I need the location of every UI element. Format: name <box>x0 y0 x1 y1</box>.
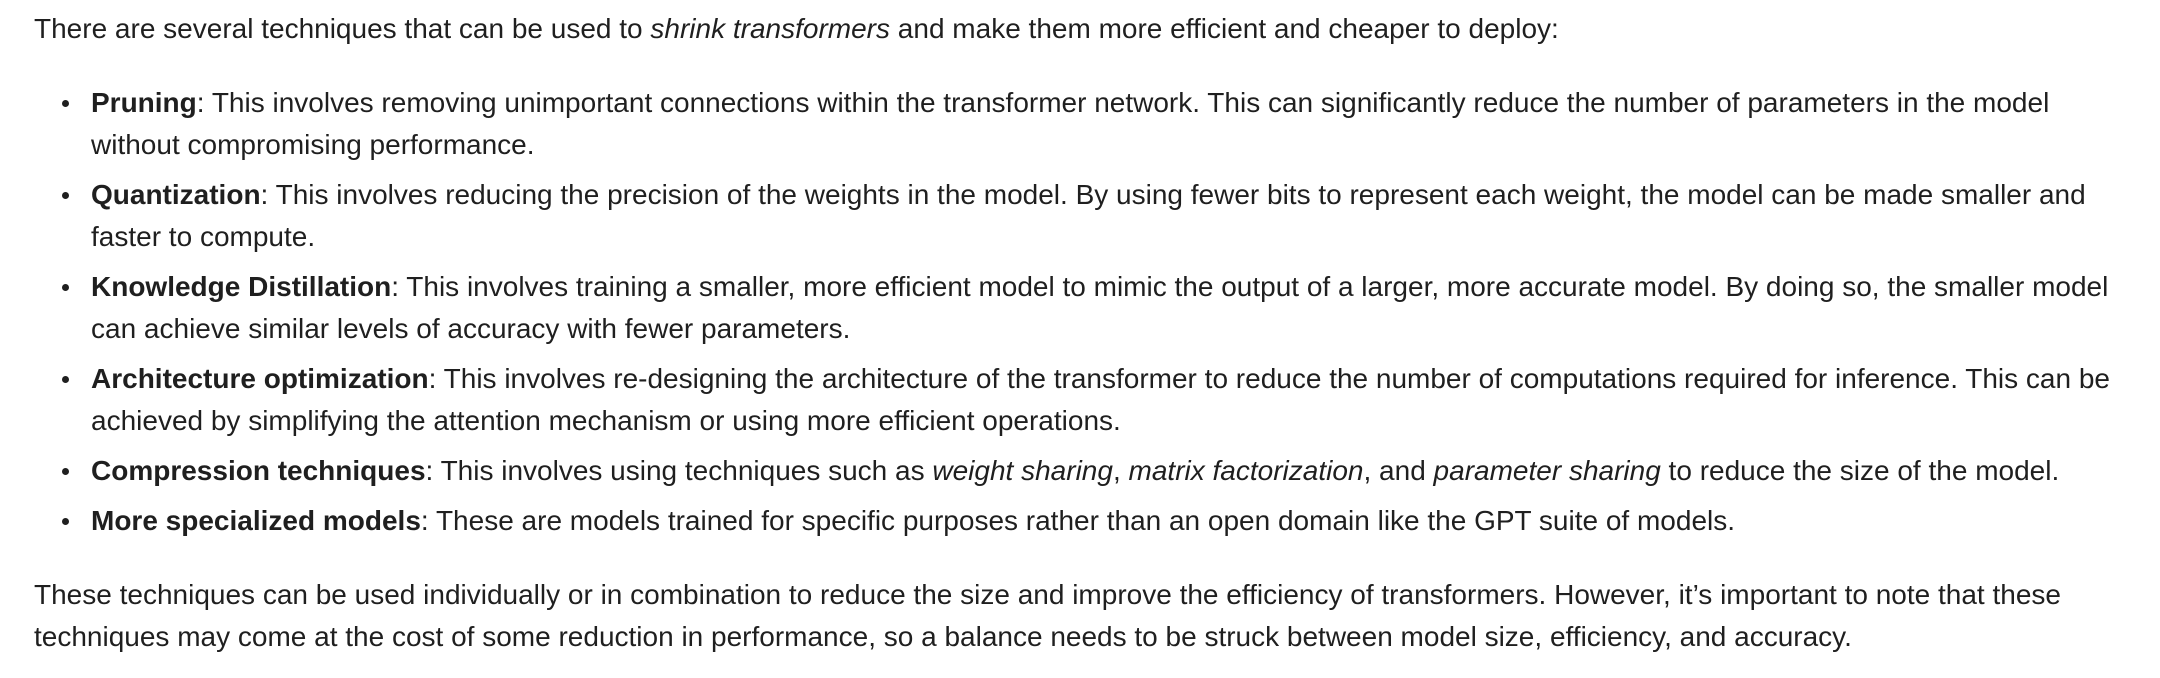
bullet-icon <box>62 518 69 525</box>
intro-paragraph: There are several techniques that can be… <box>34 8 2126 50</box>
bullet-icon <box>62 100 69 107</box>
description-knowledge-distillation: : This involves training a smaller, more… <box>91 271 2109 344</box>
description-pruning: : This involves removing unimportant con… <box>91 87 2050 160</box>
list-item-quantization: Quantization: This involves reducing the… <box>62 174 2126 258</box>
term-compression-techniques: Compression techniques <box>91 455 426 486</box>
document-content: There are several techniques that can be… <box>0 0 2160 658</box>
bullet-icon <box>62 284 69 291</box>
list-item-knowledge-distillation: Knowledge Distillation: This involves tr… <box>62 266 2126 350</box>
intro-text-after: and make them more efficient and cheaper… <box>890 13 1559 44</box>
list-item-more-specialized-models: More specialized models: These are model… <box>62 500 2126 542</box>
emphasis-parameter-sharing: parameter sharing <box>1433 455 1661 486</box>
intro-text-before: There are several techniques that can be… <box>34 13 651 44</box>
intro-emphasis: shrink transformers <box>650 13 891 44</box>
term-pruning: Pruning <box>91 87 197 118</box>
bullet-icon <box>62 192 69 199</box>
term-more-specialized-models: More specialized models <box>91 505 421 536</box>
conclusion-paragraph: These techniques can be used individuall… <box>34 579 2061 652</box>
bullet-icon <box>62 376 69 383</box>
term-knowledge-distillation: Knowledge Distillation <box>91 271 392 302</box>
term-quantization: Quantization <box>91 179 261 210</box>
description-compression-part-3: , and <box>1363 455 1434 486</box>
description-compression-part-1: : This involves using techniques such as <box>425 455 933 486</box>
list-item-compression-techniques: Compression techniques: This involves us… <box>62 450 2126 492</box>
emphasis-weight-sharing: weight sharing <box>932 455 1113 486</box>
list-item-architecture-optimization: Architecture optimization: This involves… <box>62 358 2126 442</box>
description-compression-part-4: to reduce the size of the model. <box>1660 455 2060 486</box>
bullet-icon <box>62 468 69 475</box>
description-more-specialized-models: : These are models trained for specific … <box>420 505 1736 536</box>
emphasis-matrix-factorization: matrix factorization <box>1128 455 1364 486</box>
techniques-list: Pruning: This involves removing unimport… <box>34 82 2126 542</box>
term-architecture-optimization: Architecture optimization <box>91 363 429 394</box>
description-compression-part-2: , <box>1112 455 1129 486</box>
description-quantization: : This involves reducing the precision o… <box>91 179 2086 252</box>
list-item-pruning: Pruning: This involves removing unimport… <box>62 82 2126 166</box>
